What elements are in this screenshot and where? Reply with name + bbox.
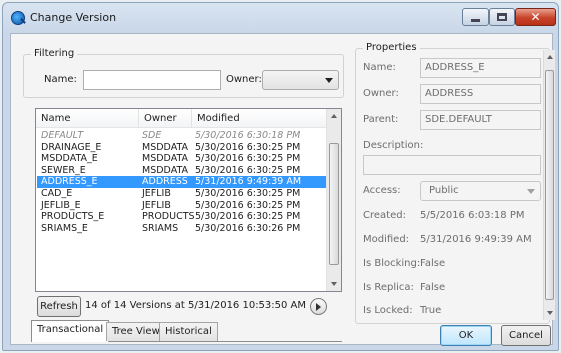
prop-created-value: 5/5/2016 6:03:18 PM: [420, 210, 525, 221]
prop-parent-field: SDE.DEFAULT: [420, 110, 541, 130]
prop-parent-label: Parent:: [363, 114, 399, 125]
refresh-button[interactable]: Refresh: [37, 296, 81, 317]
table-cell-owner: MSDDATA: [142, 141, 189, 153]
table-row[interactable]: ADDRESS_E ADDRESS 5/31/2016 9:49:39 AM: [37, 176, 328, 189]
prop-is-blocking-value: False: [420, 258, 446, 269]
minimize-icon: [471, 18, 480, 22]
cancel-button[interactable]: Cancel: [501, 325, 551, 346]
prop-modified-value: 5/31/2016 9:49:39 AM: [420, 234, 532, 245]
prop-access-value: Public: [429, 185, 459, 196]
prop-name-field: ADDRESS_E: [420, 58, 541, 78]
properties-scroll-thumb[interactable]: [545, 70, 554, 300]
table-cell-modified: 5/30/2016 6:30:25 PM: [195, 164, 301, 176]
close-icon: ✕: [530, 10, 541, 24]
prop-access-label: Access:: [363, 185, 401, 196]
table-row[interactable]: SEWER_E MSDDATA 5/30/2016 6:30:25 PM: [37, 165, 328, 177]
table-row[interactable]: MSDDATA_E MSDDATA 5/30/2016 6:30:25 PM: [37, 153, 328, 165]
prop-name-label: Name:: [363, 62, 396, 73]
table-cell-modified: 5/30/2016 6:30:18 PM: [195, 130, 301, 141]
filter-name-label: Name:: [44, 74, 77, 85]
app-magnifier-icon: [11, 11, 25, 25]
table-row[interactable]: PRODUCTS_E PRODUCTS 5/30/2016 6:30:25 PM: [37, 211, 328, 223]
table-cell-name: JEFLIB_E: [41, 199, 81, 211]
scroll-down-icon[interactable]: [547, 311, 553, 315]
title-bar[interactable]: Change Version ✕: [3, 3, 558, 33]
versions-list[interactable]: Name Owner Modified DEFAULT SDE 5/30/2016 …: [35, 108, 342, 292]
table-cell-owner: JEFLIB: [142, 188, 171, 199]
table-cell-modified: 5/30/2016 6:30:25 PM: [195, 153, 301, 165]
versions-scroll-thumb[interactable]: [329, 143, 339, 265]
filter-owner-label: Owner:: [226, 74, 262, 85]
next-page-button[interactable]: [310, 298, 327, 315]
ok-button[interactable]: OK: [440, 325, 492, 346]
versions-scrollbar[interactable]: [326, 109, 341, 291]
versions-summary: 14 of 14 Versions at 5/31/2016 10:53:50 …: [85, 300, 307, 311]
table-cell-owner: SDE: [142, 130, 162, 141]
scroll-down-icon[interactable]: [331, 282, 337, 286]
column-header-modified[interactable]: Modified: [192, 109, 328, 128]
table-cell-name: DEFAULT: [41, 130, 84, 141]
prop-modified-label: Modified:: [363, 234, 410, 245]
filtering-legend: Filtering: [31, 48, 78, 59]
properties-scrollbar[interactable]: [543, 50, 555, 320]
close-button[interactable]: ✕: [515, 8, 556, 26]
scroll-up-icon[interactable]: [547, 55, 553, 59]
scroll-up-icon[interactable]: [331, 114, 337, 118]
window-title: Change Version: [30, 11, 117, 24]
table-cell-name: DRAINAGE_E: [41, 141, 102, 153]
table-cell-owner: MSDDATA: [142, 153, 189, 165]
tab-tree-view[interactable]: Tree View: [106, 322, 166, 341]
prop-access-dropdown: Public: [420, 181, 541, 201]
table-cell-owner: PRODUCTS: [142, 211, 195, 223]
tab-transactional[interactable]: Transactional: [31, 320, 110, 342]
prop-is-replica-value: False: [420, 282, 446, 293]
chevron-down-icon: [527, 189, 535, 194]
column-header-name[interactable]: Name: [36, 109, 139, 128]
maximize-button[interactable]: [489, 8, 515, 26]
change-version-dialog: Change Version ✕ Filtering Name: Owner: …: [2, 2, 559, 351]
column-header-owner[interactable]: Owner: [139, 109, 192, 128]
table-cell-name: MSDDATA_E: [41, 153, 98, 165]
versions-list-header: Name Owner Modified: [36, 109, 328, 128]
prop-owner-label: Owner:: [363, 88, 399, 99]
table-row[interactable]: SRIAMS_E SRIAMS 5/30/2016 6:30:26 PM: [37, 223, 328, 235]
tab-historical[interactable]: Historical: [159, 322, 218, 341]
table-cell-owner: ADDRESS: [142, 176, 188, 188]
table-cell-name: SEWER_E: [41, 164, 86, 176]
prop-is-locked-value: True: [420, 305, 442, 316]
table-cell-name: ADDRESS_E: [41, 176, 98, 188]
table-row[interactable]: JEFLIB_E JEFLIB 5/30/2016 6:30:25 PM: [37, 200, 328, 212]
table-cell-modified: 5/30/2016 6:30:25 PM: [195, 141, 301, 153]
prop-created-label: Created:: [363, 210, 406, 221]
table-row[interactable]: DEFAULT SDE 5/30/2016 6:30:18 PM: [37, 130, 328, 142]
table-cell-owner: MSDDATA: [142, 164, 189, 176]
filter-owner-dropdown[interactable]: [262, 70, 339, 90]
chevron-down-icon: [325, 78, 333, 83]
table-cell-owner: JEFLIB: [142, 199, 171, 211]
table-cell-modified: 5/30/2016 6:30:25 PM: [195, 211, 301, 223]
table-row[interactable]: CAD_E JEFLIB 5/30/2016 6:30:25 PM: [37, 188, 328, 200]
table-cell-modified: 5/30/2016 6:30:25 PM: [195, 188, 301, 199]
prop-owner-field: ADDRESS: [420, 84, 541, 104]
minimize-button[interactable]: [462, 8, 489, 26]
prop-description-label: Description:: [363, 140, 424, 151]
table-cell-modified: 5/31/2016 9:49:39 AM: [195, 176, 302, 188]
prop-description-field: [363, 155, 541, 175]
table-cell-owner: SRIAMS: [142, 222, 179, 234]
table-cell-modified: 5/30/2016 6:30:26 PM: [195, 222, 301, 234]
prop-is-locked-label: Is Locked:: [363, 305, 413, 316]
filter-name-input[interactable]: [83, 70, 221, 90]
table-cell-name: SRIAMS_E: [41, 222, 88, 234]
prop-is-replica-label: Is Replica:: [363, 282, 414, 293]
dialog-client-area: Filtering Name: Owner: Name Owner Modifi…: [10, 33, 555, 346]
table-row[interactable]: DRAINAGE_E MSDDATA 5/30/2016 6:30:25 PM: [37, 142, 328, 154]
properties-legend: Properties: [363, 42, 420, 53]
table-cell-modified: 5/30/2016 6:30:25 PM: [195, 199, 301, 211]
prop-is-blocking-label: Is Blocking:: [363, 258, 421, 269]
table-cell-name: CAD_E: [41, 188, 73, 199]
table-cell-name: PRODUCTS_E: [41, 211, 105, 223]
maximize-icon: [497, 13, 507, 21]
